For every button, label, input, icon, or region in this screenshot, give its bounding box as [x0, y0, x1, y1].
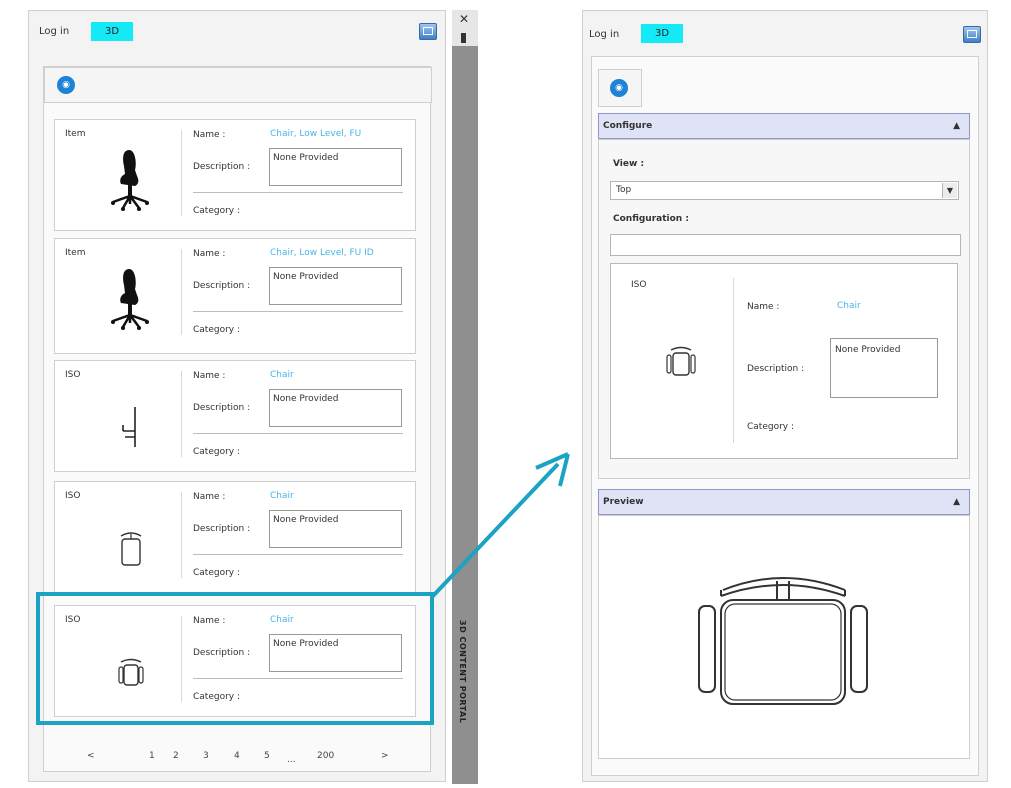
- card-type: ISO: [65, 370, 81, 380]
- pin-icon[interactable]: [461, 33, 466, 43]
- task-chair-silhouette-icon: [111, 150, 149, 211]
- card-category-label: Category :: [193, 447, 241, 457]
- card-type: Item: [65, 129, 86, 139]
- result-card[interactable]: Item Name : Chair, Low Level, FU ID Desc…: [54, 238, 416, 354]
- card-category-label: Category :: [193, 568, 241, 578]
- collapse-caret-icon[interactable]: ▲: [953, 114, 960, 138]
- card-name-label: Name :: [193, 130, 226, 140]
- card-category-label: Category :: [747, 422, 795, 432]
- home-icon[interactable]: ◉: [610, 79, 628, 97]
- card-name-label: Name :: [193, 371, 226, 381]
- card-name-link[interactable]: Chair, Low Level, FU ID: [270, 248, 374, 258]
- card-type: Item: [65, 248, 86, 258]
- card-name-label: Name :: [747, 302, 780, 312]
- card-separator: [193, 554, 403, 555]
- preview-canvas: [598, 515, 970, 759]
- collapse-caret-icon[interactable]: ▲: [953, 490, 960, 514]
- detail-toolbar: ◉: [598, 69, 642, 107]
- preview-title: Preview: [603, 497, 644, 507]
- configure-card[interactable]: ISO Name : Chair Description : None Prov…: [610, 263, 958, 459]
- card-divider: [181, 371, 182, 457]
- results-toolbar: ◉: [44, 67, 432, 103]
- window-icon[interactable]: [419, 23, 437, 40]
- configure-header[interactable]: Configure ▲: [598, 113, 970, 139]
- card-description-box: None Provided: [269, 267, 402, 305]
- pagination-prev[interactable]: <: [87, 751, 95, 761]
- pagination-page[interactable]: 1: [149, 751, 155, 761]
- chair-front-view-icon: [120, 532, 142, 566]
- card-separator: [193, 311, 403, 312]
- card-description-box: None Provided: [269, 148, 402, 186]
- pagination-page[interactable]: 2: [173, 751, 179, 761]
- right-panel: Log in 3D ◉ Configure ▲ View : Top ▼ Con…: [582, 10, 988, 782]
- pagination-page[interactable]: 4: [234, 751, 240, 761]
- card-description-label: Description :: [747, 364, 805, 374]
- pagination-page[interactable]: 3: [203, 751, 209, 761]
- result-card[interactable]: ISO Name : Chair Description : None Prov…: [54, 481, 416, 593]
- pagination-ellipsis: ...: [287, 755, 296, 765]
- card-name-label: Name :: [193, 249, 226, 259]
- preview-header[interactable]: Preview ▲: [598, 489, 970, 515]
- close-icon[interactable]: ✕: [459, 12, 469, 26]
- configuration-label: Configuration :: [613, 214, 689, 224]
- card-description-label: Description :: [193, 162, 251, 172]
- card-name-link[interactable]: Chair: [270, 370, 294, 380]
- home-icon[interactable]: ◉: [57, 76, 75, 94]
- card-divider: [181, 249, 182, 335]
- card-name-link[interactable]: Chair: [837, 301, 861, 311]
- right-topbar: Log in 3D: [583, 11, 987, 45]
- tab-3d[interactable]: 3D: [91, 22, 133, 41]
- card-type: ISO: [65, 491, 81, 501]
- view-select-value: Top: [616, 185, 632, 195]
- chair-top-view-icon: [666, 346, 696, 376]
- view-label: View :: [613, 159, 645, 169]
- card-description-label: Description :: [193, 524, 251, 534]
- chair-side-view-icon: [122, 407, 136, 447]
- pagination-page[interactable]: 5: [264, 751, 270, 761]
- pagination-last-page[interactable]: 200: [317, 751, 334, 761]
- card-category-label: Category :: [193, 325, 241, 335]
- window-icon[interactable]: [963, 26, 981, 43]
- card-name-link[interactable]: Chair, Low Level, FU: [270, 129, 361, 139]
- card-type: ISO: [631, 280, 647, 290]
- card-category-label: Category :: [193, 206, 241, 216]
- card-divider: [181, 492, 182, 578]
- login-link[interactable]: Log in: [39, 26, 69, 37]
- card-divider: [181, 130, 182, 216]
- side-strip-title: 3D CONTENT PORTAL: [458, 620, 467, 724]
- chevron-down-icon[interactable]: ▼: [942, 183, 957, 198]
- card-description-box: None Provided: [830, 338, 938, 398]
- left-topbar: Log in 3D: [29, 11, 445, 45]
- login-link[interactable]: Log in: [589, 29, 619, 40]
- configuration-field[interactable]: [610, 234, 961, 256]
- card-description-box: None Provided: [269, 389, 402, 427]
- card-name-label: Name :: [193, 492, 226, 502]
- configure-title: Configure: [603, 121, 653, 131]
- card-description-label: Description :: [193, 281, 251, 291]
- view-select[interactable]: Top ▼: [610, 181, 959, 200]
- tab-3d[interactable]: 3D: [641, 24, 683, 43]
- result-card[interactable]: Item Name : Chair, Low Level, FU Descrip…: [54, 119, 416, 231]
- card-separator: [193, 192, 403, 193]
- detail-frame: ◉ Configure ▲ View : Top ▼ Configuration…: [591, 56, 979, 776]
- task-chair-silhouette-icon: [111, 269, 149, 330]
- result-card[interactable]: ISO Name : Chair Description : None Prov…: [54, 360, 416, 472]
- card-name-link[interactable]: Chair: [270, 491, 294, 501]
- pagination-next[interactable]: >: [381, 751, 389, 761]
- card-divider: [733, 278, 734, 443]
- selection-highlight: [36, 592, 434, 725]
- card-description-box: None Provided: [269, 510, 402, 548]
- chair-top-view-large-icon: [698, 577, 868, 705]
- card-description-label: Description :: [193, 403, 251, 413]
- card-separator: [193, 433, 403, 434]
